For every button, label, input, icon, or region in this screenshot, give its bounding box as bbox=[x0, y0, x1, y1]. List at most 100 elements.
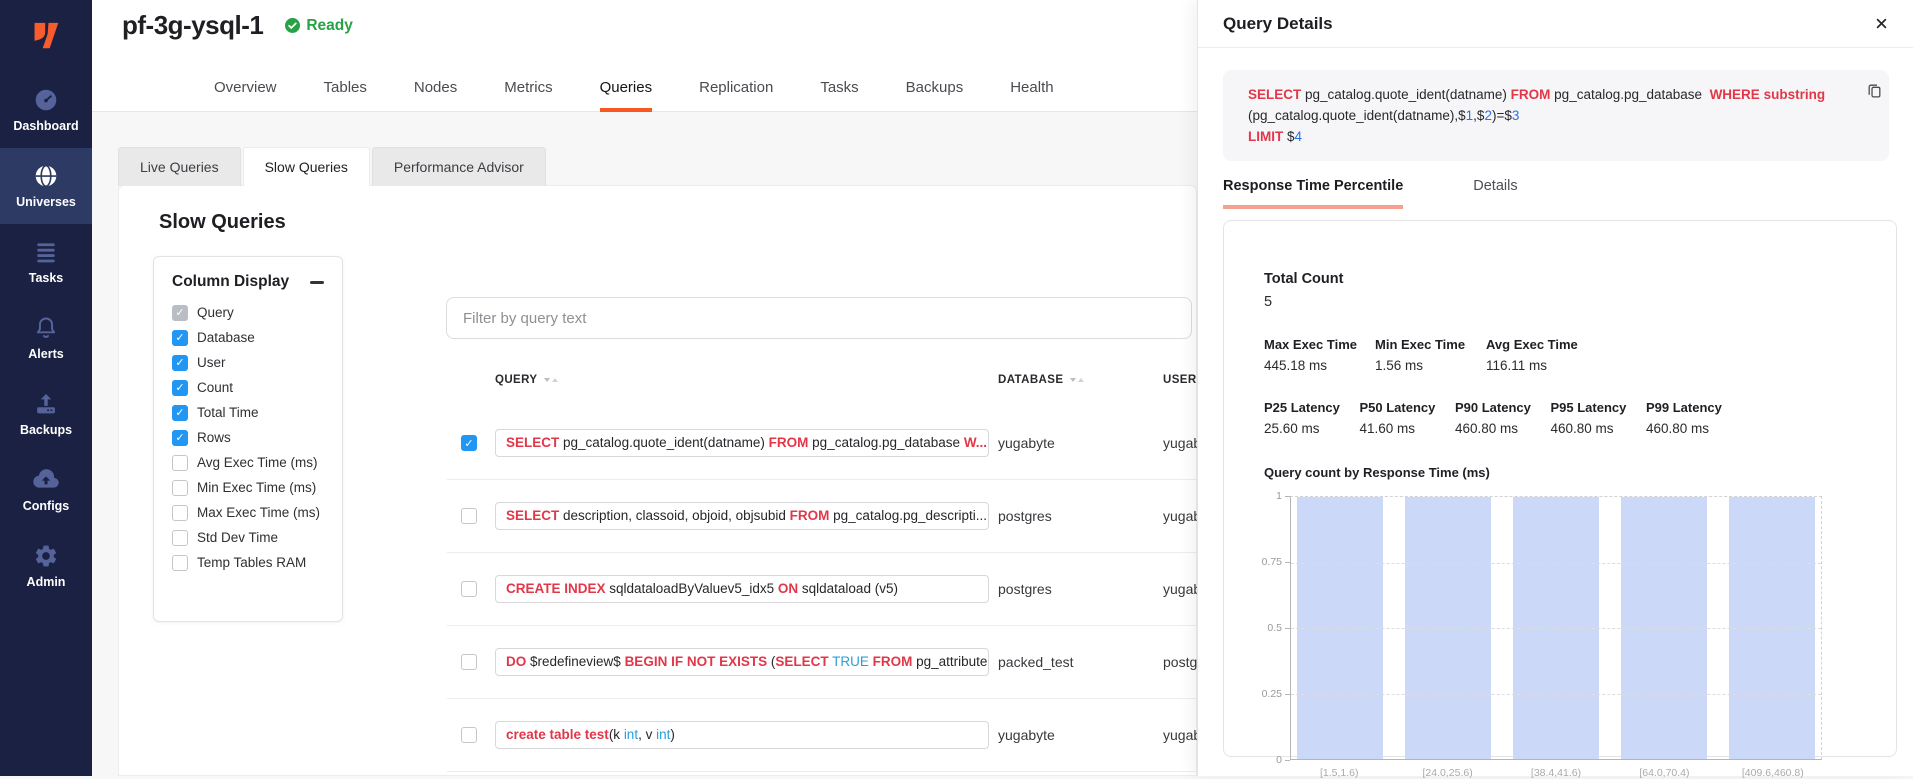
row-checkbox[interactable] bbox=[461, 727, 477, 743]
checkbox-label: Database bbox=[197, 330, 255, 345]
page-title: Slow Queries bbox=[159, 211, 286, 234]
copy-icon[interactable] bbox=[1866, 82, 1883, 104]
checkbox[interactable] bbox=[172, 555, 188, 571]
y-tick-label: 0.5 bbox=[1267, 622, 1282, 634]
query-cell[interactable]: SELECT description, classoid, objoid, ob… bbox=[495, 502, 989, 530]
subtab-live-queries[interactable]: Live Queries bbox=[118, 147, 241, 186]
stat-value: 445.18 ms bbox=[1264, 358, 1375, 373]
sidebar-item-backups[interactable]: Backups bbox=[0, 376, 92, 452]
tab-health[interactable]: Health bbox=[1010, 79, 1053, 112]
tab-replication[interactable]: Replication bbox=[699, 79, 773, 112]
sidebar-item-label: Alerts bbox=[28, 347, 63, 361]
chart-plot-area bbox=[1290, 496, 1822, 760]
stat-label: Avg Exec Time bbox=[1486, 337, 1597, 352]
column-option-database: ✓ Database bbox=[154, 325, 342, 350]
sidebar-item-label: Configs bbox=[23, 499, 70, 513]
stat-label: Min Exec Time bbox=[1375, 337, 1486, 352]
details-tab-response-time-percentile[interactable]: Response Time Percentile bbox=[1223, 178, 1403, 209]
stat-value: 460.80 ms bbox=[1455, 421, 1551, 436]
stat-label: Max Exec Time bbox=[1264, 337, 1375, 352]
sort-icon[interactable] bbox=[1070, 378, 1084, 382]
row-checkbox[interactable]: ✓ bbox=[461, 435, 477, 451]
stat-p25-latency: P25 Latency25.60 ms bbox=[1264, 400, 1360, 436]
query-cell[interactable]: SELECT pg_catalog.quote_ident(datname) F… bbox=[495, 429, 989, 457]
sidebar-item-universes[interactable]: Universes bbox=[0, 148, 92, 224]
database-cell: postgres bbox=[998, 575, 1052, 603]
stat-p50-latency: P50 Latency41.60 ms bbox=[1360, 400, 1456, 436]
database-cell: packed_test bbox=[998, 648, 1074, 676]
column-option-max-exec-time-ms-: Max Exec Time (ms) bbox=[154, 500, 342, 525]
gauge-icon bbox=[33, 87, 59, 113]
query-filter-input[interactable] bbox=[446, 297, 1192, 339]
universe-title: pf-3g-ysql-1 bbox=[122, 10, 263, 41]
stat-p99-latency: P99 Latency460.80 ms bbox=[1646, 400, 1742, 436]
queries-subtabs: Live QueriesSlow QueriesPerformance Advi… bbox=[118, 147, 546, 186]
sql-statement: SELECT pg_catalog.quote_ident(datname) F… bbox=[1223, 70, 1889, 161]
sort-icon[interactable] bbox=[544, 378, 558, 382]
column-display-title: Column Display bbox=[172, 273, 289, 291]
tab-overview[interactable]: Overview bbox=[214, 79, 277, 112]
tab-tasks[interactable]: Tasks bbox=[820, 79, 858, 112]
stat-value: 116.11 ms bbox=[1486, 358, 1597, 373]
checkbox[interactable]: ✓ bbox=[172, 405, 188, 421]
checkbox[interactable] bbox=[172, 505, 188, 521]
content-area: Live QueriesSlow QueriesPerformance Advi… bbox=[92, 112, 1197, 776]
row-checkbox[interactable] bbox=[461, 508, 477, 524]
checkbox[interactable]: ✓ bbox=[172, 330, 188, 346]
y-tick-label: 0 bbox=[1276, 754, 1282, 766]
column-option-user: ✓User bbox=[154, 350, 342, 375]
column-header-database[interactable]: DATABASE bbox=[998, 374, 1084, 386]
tab-queries[interactable]: Queries bbox=[600, 79, 653, 112]
details-tab-details[interactable]: Details bbox=[1473, 178, 1517, 209]
stat-p95-latency: P95 Latency460.80 ms bbox=[1551, 400, 1647, 436]
sidebar: Dashboard Universes Tasks Alerts Backups Conf… bbox=[0, 0, 92, 776]
sidebar-item-label: Dashboard bbox=[13, 119, 78, 133]
close-icon[interactable] bbox=[1875, 17, 1888, 30]
subtab-slow-queries[interactable]: Slow Queries bbox=[243, 147, 370, 186]
row-checkbox[interactable] bbox=[461, 581, 477, 597]
yugabyte-logo[interactable] bbox=[0, 0, 92, 72]
sidebar-item-admin[interactable]: Admin bbox=[0, 528, 92, 604]
database-cell: postgres bbox=[998, 502, 1052, 530]
y-tick-label: 0.25 bbox=[1262, 688, 1282, 700]
checkbox[interactable]: ✓ bbox=[172, 380, 188, 396]
chart-title: Query count by Response Time (ms) bbox=[1264, 465, 1858, 480]
sidebar-item-dashboard[interactable]: Dashboard bbox=[0, 72, 92, 148]
row-checkbox[interactable] bbox=[461, 654, 477, 670]
checkbox[interactable] bbox=[172, 455, 188, 471]
minus-icon[interactable] bbox=[310, 281, 324, 284]
tab-tables[interactable]: Tables bbox=[324, 79, 367, 112]
column-header-query[interactable]: QUERY bbox=[495, 374, 558, 386]
latency-stats: P25 Latency25.60 msP50 Latency41.60 msP9… bbox=[1264, 400, 1858, 436]
stat-label: P90 Latency bbox=[1455, 400, 1551, 415]
sidebar-item-configs[interactable]: Configs bbox=[0, 452, 92, 528]
stat-value: 1.56 ms bbox=[1375, 358, 1486, 373]
exec-time-stats: Max Exec Time 445.18 msMin Exec Time 1.56 … bbox=[1264, 337, 1858, 373]
upload-icon bbox=[33, 391, 59, 417]
query-cell[interactable]: create table test(k int, v int) bbox=[495, 721, 989, 749]
database-cell: yugabyte bbox=[998, 721, 1055, 749]
status-label: Ready bbox=[306, 17, 353, 35]
query-cell[interactable]: CREATE INDEX sqldataloadByValuev5_idx5 O… bbox=[495, 575, 989, 603]
total-count-label: Total Count bbox=[1264, 271, 1858, 287]
sidebar-item-label: Admin bbox=[27, 575, 66, 589]
sidebar-item-alerts[interactable]: Alerts bbox=[0, 300, 92, 376]
tab-backups[interactable]: Backups bbox=[906, 79, 964, 112]
query-cell[interactable]: DO $redefineview$ BEGIN IF NOT EXISTS (S… bbox=[495, 648, 989, 676]
tab-metrics[interactable]: Metrics bbox=[504, 79, 552, 112]
checkbox[interactable] bbox=[172, 480, 188, 496]
stat-value: 460.80 ms bbox=[1646, 421, 1742, 436]
checkbox[interactable] bbox=[172, 530, 188, 546]
checkbox[interactable]: ✓ bbox=[172, 430, 188, 446]
stat-value: 25.60 ms bbox=[1264, 421, 1360, 436]
sidebar-item-label: Universes bbox=[16, 195, 76, 209]
checkbox-label: Query bbox=[197, 305, 234, 320]
checkbox-label: Avg Exec Time (ms) bbox=[197, 455, 318, 470]
subtab-performance-advisor[interactable]: Performance Advisor bbox=[372, 147, 546, 186]
checkbox[interactable]: ✓ bbox=[172, 355, 188, 371]
checkbox-label: Max Exec Time (ms) bbox=[197, 505, 320, 520]
query-details-panel: Query Details SELECT pg_catalog.quote_id… bbox=[1197, 0, 1913, 776]
tab-nodes[interactable]: Nodes bbox=[414, 79, 457, 112]
column-option-temp-tables-ram: Temp Tables RAM bbox=[154, 550, 342, 575]
sidebar-item-tasks[interactable]: Tasks bbox=[0, 224, 92, 300]
